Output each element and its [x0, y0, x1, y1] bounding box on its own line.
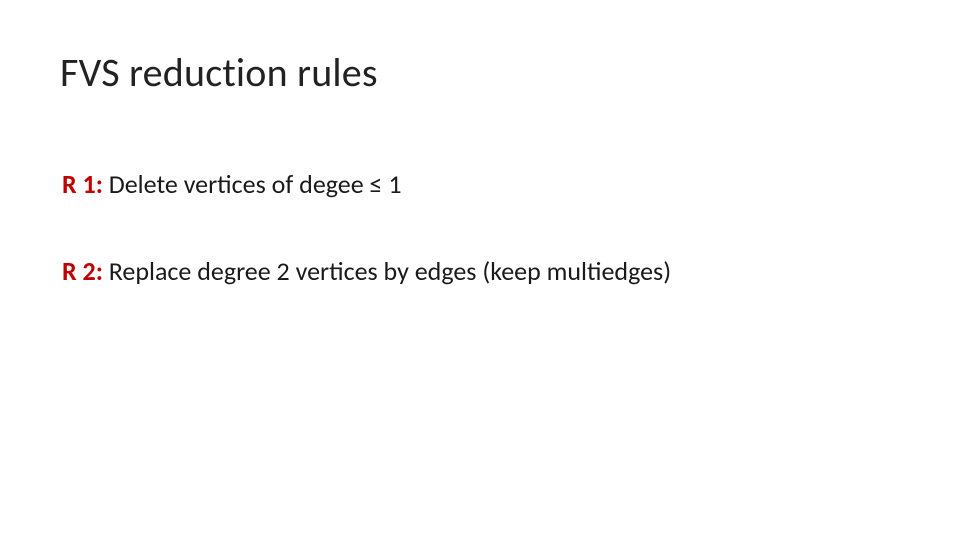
rule-1-text: Delete vertices of degee ≤ 1 [103, 168, 402, 200]
rule-2-label: R 2: [62, 255, 103, 287]
slide: FVS reduction rules R 1: Delete vertices… [0, 0, 960, 540]
rule-2-text: Replace degree 2 vertices by edges (keep… [103, 255, 671, 287]
slide-title: FVS reduction rules [60, 48, 900, 97]
rule-2: R 2: Replace degree 2 vertices by edges … [62, 254, 900, 289]
rule-1-label: R 1: [62, 168, 103, 200]
rule-1: R 1: Delete vertices of degee ≤ 1 [62, 167, 900, 202]
